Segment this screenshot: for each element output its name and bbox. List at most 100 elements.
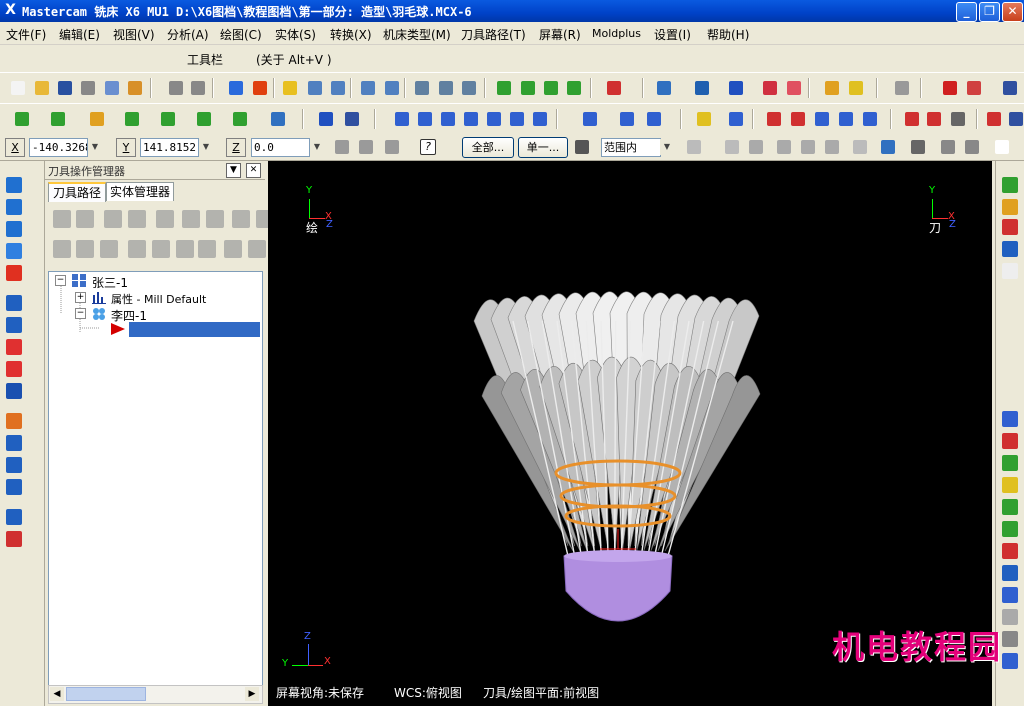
zoom-dropdown-icon[interactable] — [654, 78, 674, 98]
select-mouse-icon[interactable] — [572, 137, 592, 157]
select-disable-icon[interactable] — [938, 137, 958, 157]
create-arc-icon[interactable] — [87, 109, 107, 129]
manager-tool-top-7-icon[interactable] — [206, 210, 224, 228]
manager-tool-bottom-6-icon[interactable] — [176, 240, 194, 258]
menu-settings[interactable]: 设置(I) — [654, 26, 691, 43]
xform-scale-icon[interactable] — [484, 109, 504, 129]
scroll-left-icon[interactable]: ◀ — [50, 687, 64, 701]
manager-close-icon[interactable]: ✕ — [246, 163, 261, 178]
tab-solids-manager[interactable]: 实体管理器 — [106, 182, 174, 201]
z-dropdown-arrow-icon[interactable]: ▼ — [310, 139, 324, 155]
highlight-icon[interactable] — [846, 78, 866, 98]
new-file-icon[interactable] — [8, 78, 28, 98]
tab-toolpaths[interactable]: 刀具路径 — [48, 182, 106, 202]
collapse-machine-group-icon[interactable]: − — [55, 275, 66, 286]
analyze-icon[interactable] — [268, 109, 288, 129]
collapse-toolpath-group-icon[interactable]: − — [75, 308, 86, 319]
surface-net-icon[interactable] — [6, 243, 22, 259]
solid-boolean-icon[interactable] — [6, 531, 22, 547]
right-toolbar-icon-5[interactable] — [1002, 263, 1018, 279]
table-icon[interactable] — [788, 109, 808, 129]
create-cylinder-icon[interactable] — [230, 109, 250, 129]
solid-icon[interactable] — [860, 109, 880, 129]
right-toolbar-icon-14[interactable] — [1002, 587, 1018, 603]
help-icon[interactable]: ? — [418, 137, 438, 157]
fast-point-icon[interactable] — [332, 137, 352, 157]
create-rectangle-icon[interactable] — [194, 109, 214, 129]
scroll-thumb[interactable] — [66, 687, 146, 701]
select-shape-2-icon[interactable] — [774, 137, 794, 157]
regen-icon[interactable] — [250, 78, 270, 98]
right-toolbar-icon-9[interactable] — [1002, 477, 1018, 493]
roll-icon[interactable] — [580, 109, 600, 129]
select-solid-icon[interactable] — [850, 137, 870, 157]
expand-properties-icon[interactable]: + — [75, 292, 86, 303]
zoom-out-icon[interactable] — [382, 78, 402, 98]
select-shape-icon[interactable] — [746, 137, 766, 157]
cube-outline-icon[interactable] — [948, 109, 968, 129]
pan-icon[interactable] — [226, 78, 246, 98]
print-icon[interactable] — [78, 78, 98, 98]
eraser-icon[interactable] — [760, 78, 780, 98]
menu-edit[interactable]: 编辑(E) — [59, 26, 100, 43]
level-icon[interactable] — [726, 109, 746, 129]
x-dropdown-arrow-icon[interactable]: ▼ — [88, 139, 102, 155]
save-icon[interactable] — [55, 78, 75, 98]
minimize-button[interactable]: _ — [956, 2, 977, 22]
right-toolbar-icon-10[interactable] — [1002, 499, 1018, 515]
box-erase-icon[interactable] — [784, 78, 804, 98]
xform-rotate-icon[interactable] — [415, 109, 435, 129]
curve-icon[interactable] — [812, 109, 832, 129]
xform-stretch-icon[interactable] — [530, 109, 550, 129]
manager-tool-bottom-2-icon[interactable] — [76, 240, 94, 258]
solid-box-icon[interactable] — [6, 509, 22, 525]
surface-offset-icon[interactable] — [6, 361, 22, 377]
menu-analyze[interactable]: 分析(A) — [167, 26, 209, 43]
select-pointer-icon[interactable] — [722, 137, 742, 157]
select-circle-icon[interactable] — [962, 137, 982, 157]
manager-tool-bottom-1-icon[interactable] — [53, 240, 71, 258]
surface-revolve-icon[interactable] — [6, 199, 22, 215]
menu-view[interactable]: 视图(V) — [113, 26, 155, 43]
selection-mode-select[interactable]: 范围内 — [601, 138, 661, 157]
select-shape-4-icon[interactable] — [822, 137, 842, 157]
surface-sweep-icon[interactable] — [6, 221, 22, 237]
manager-tool-bottom-4-icon[interactable] — [128, 240, 146, 258]
unzoom-icon[interactable] — [358, 78, 378, 98]
iso-view-icon[interactable] — [494, 78, 514, 98]
side-view-icon[interactable] — [564, 78, 584, 98]
shading-icon[interactable] — [984, 109, 1004, 129]
manager-tool-top-6-icon[interactable] — [182, 210, 200, 228]
y-dropdown-arrow-icon[interactable]: ▼ — [199, 139, 213, 155]
right-toolbar-icon-16[interactable] — [1002, 631, 1018, 647]
tool-icon[interactable] — [902, 109, 922, 129]
hidden-line-icon[interactable] — [436, 78, 456, 98]
select-help-icon[interactable] — [992, 137, 1012, 157]
right-toolbar-icon-13[interactable] — [1002, 565, 1018, 581]
stack-icon[interactable] — [644, 109, 664, 129]
right-toolbar-icon-2[interactable] — [1002, 199, 1018, 215]
manager-tool-bottom-5-icon[interactable] — [152, 240, 170, 258]
tree-machine-group[interactable]: 张三-1 — [92, 274, 128, 291]
manager-tool-bottom-8-icon[interactable] — [224, 240, 242, 258]
view-cube-icon[interactable] — [604, 78, 624, 98]
manager-tool-top-1-icon[interactable] — [53, 210, 71, 228]
solid-loft-icon[interactable] — [6, 479, 22, 495]
solid-revolve-icon[interactable] — [6, 435, 22, 451]
right-toolbar-icon-8[interactable] — [1002, 455, 1018, 471]
zoom-target-icon[interactable] — [328, 78, 348, 98]
surface-fence-icon[interactable] — [6, 265, 22, 281]
select-smooth-icon[interactable] — [878, 137, 898, 157]
manager-tool-bottom-7-icon[interactable] — [198, 240, 216, 258]
menu-xform[interactable]: 转换(X) — [330, 26, 372, 43]
sphere-icon[interactable] — [726, 78, 746, 98]
surface-draft-icon[interactable] — [6, 295, 22, 311]
right-toolbar-icon-3[interactable] — [1002, 219, 1018, 235]
select-shape-3-icon[interactable] — [798, 137, 818, 157]
right-toolbar-icon-15[interactable] — [1002, 609, 1018, 625]
next-icon[interactable] — [1000, 78, 1020, 98]
break-icon[interactable] — [342, 109, 362, 129]
create-point-icon[interactable] — [12, 109, 32, 129]
right-toolbar-icon-1[interactable] — [1002, 177, 1018, 193]
x-coordinate-input[interactable]: -140.3268 — [29, 138, 88, 157]
